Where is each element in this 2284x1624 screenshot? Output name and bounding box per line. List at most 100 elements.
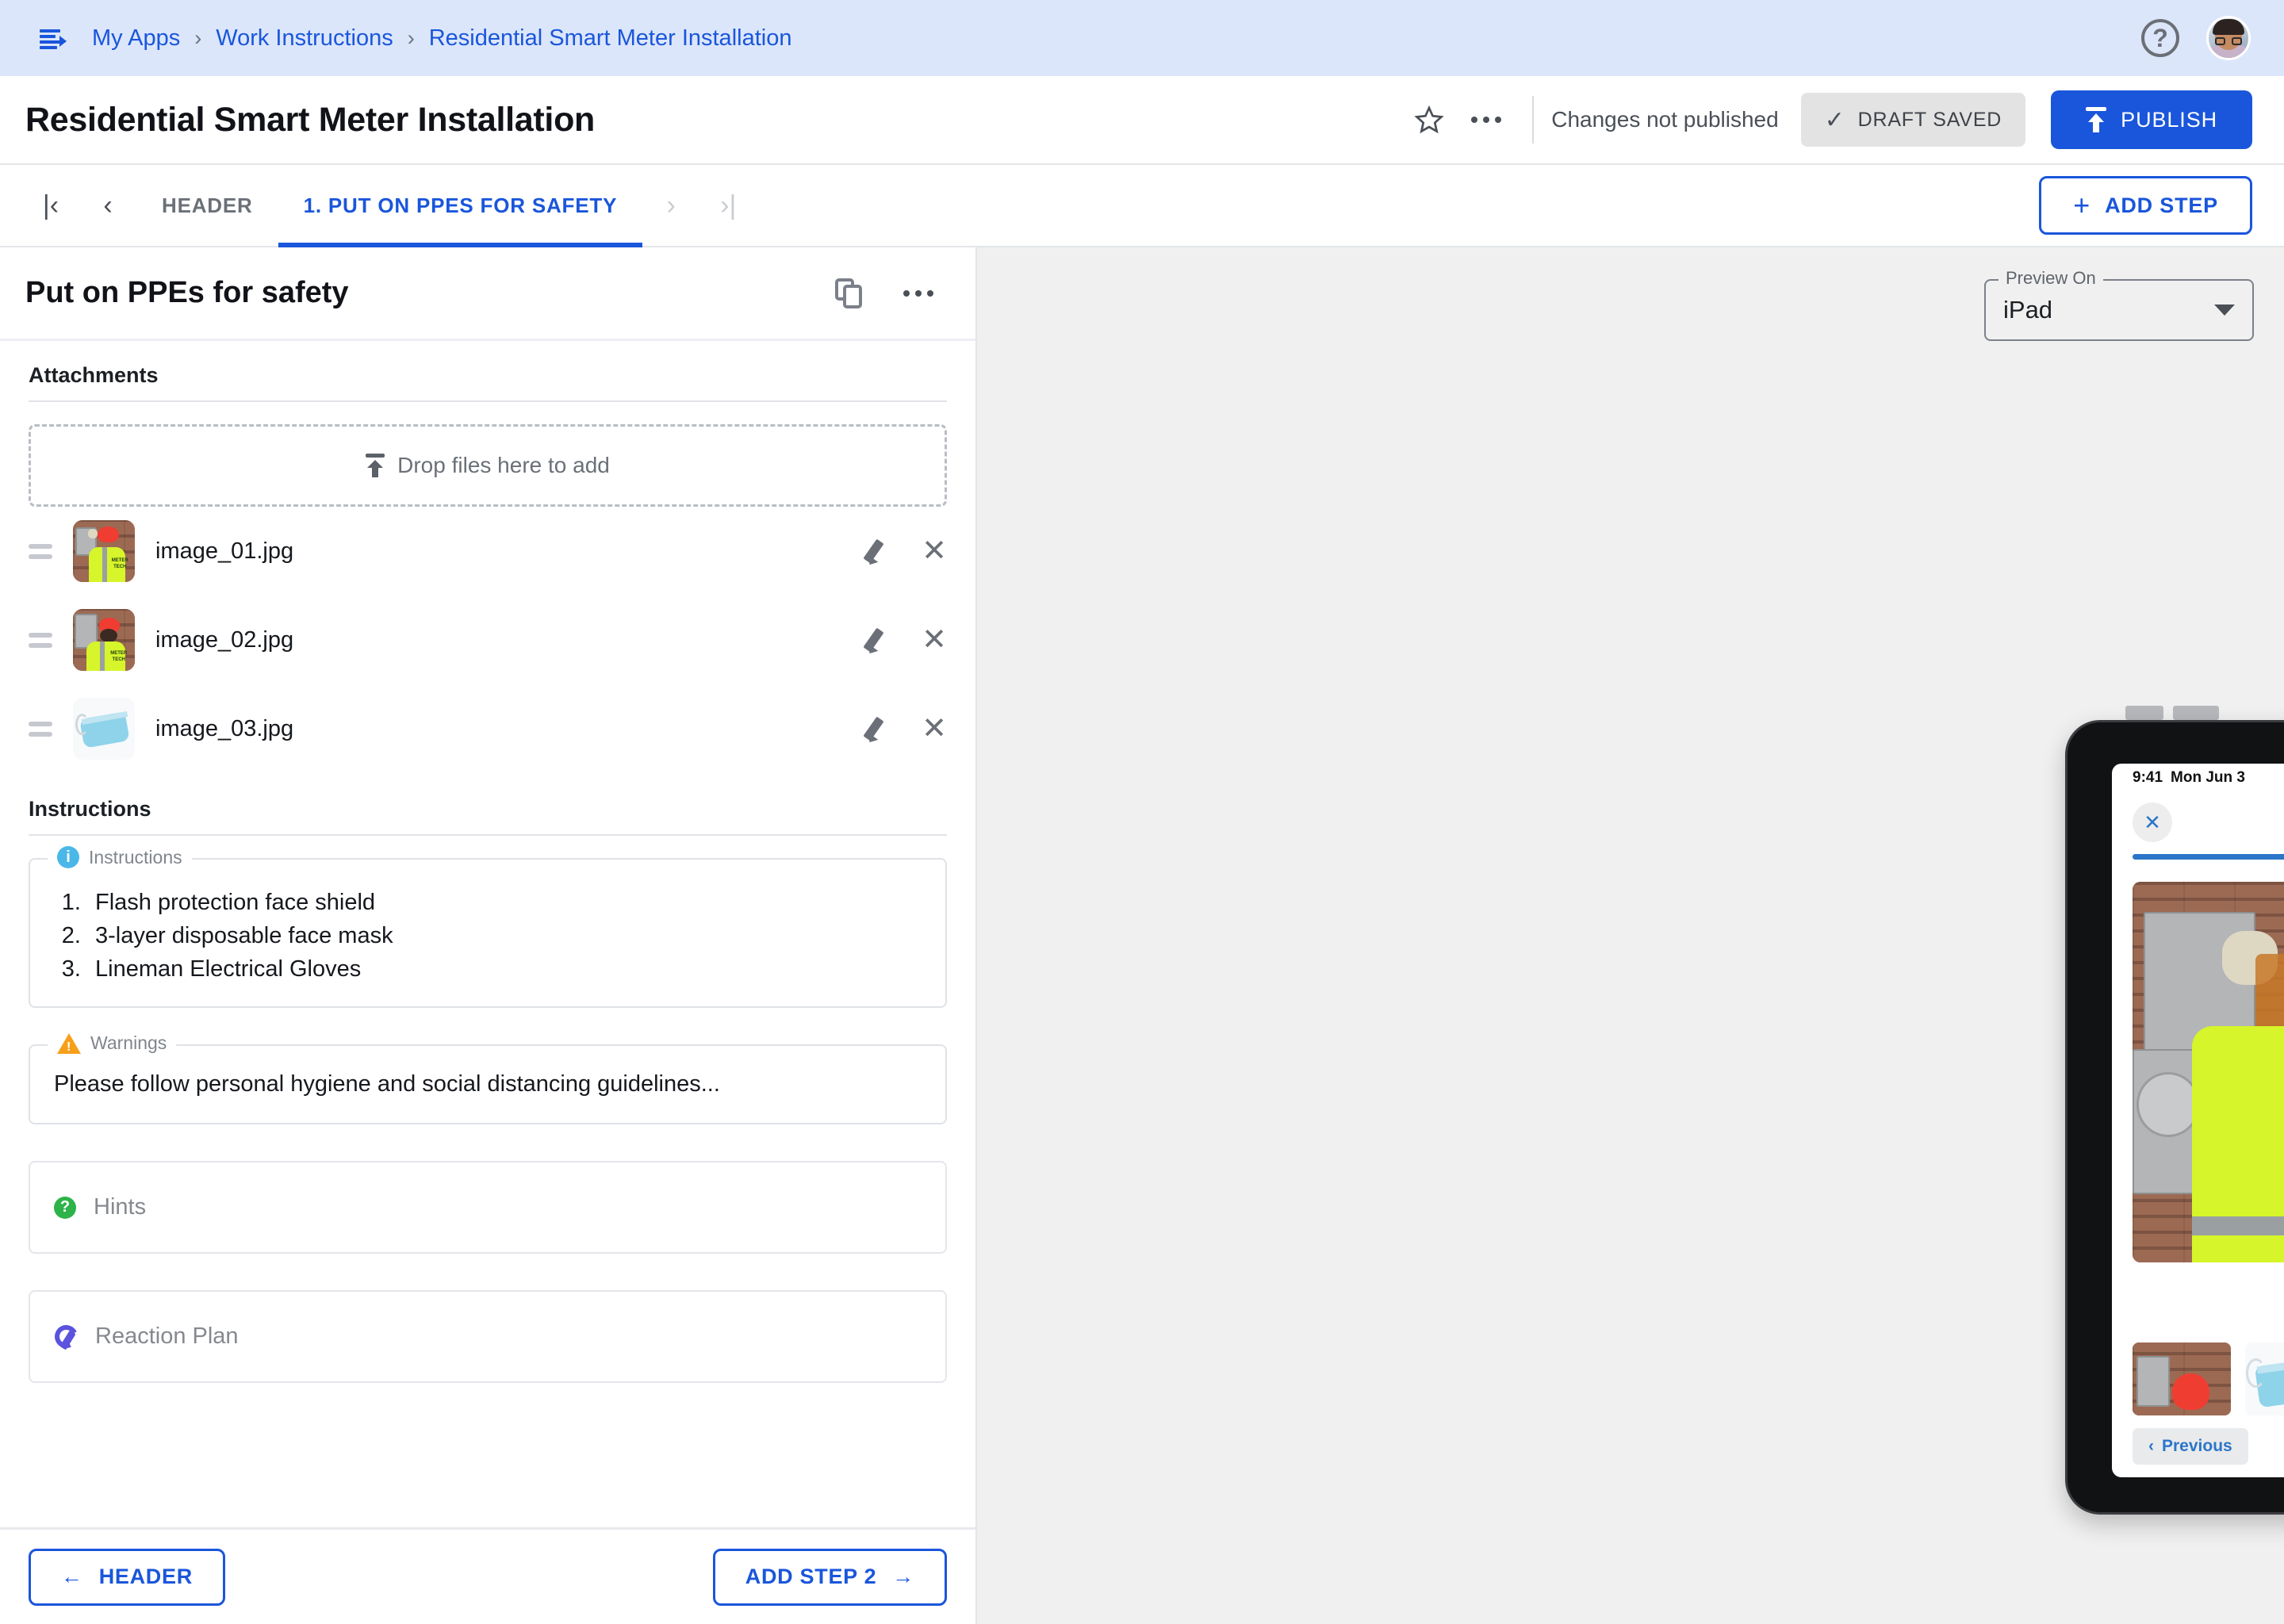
close-icon[interactable]: ✕ bbox=[922, 625, 947, 655]
publish-button[interactable]: PUBLISH bbox=[2051, 90, 2252, 149]
dropzone-label: Drop files here to add bbox=[397, 453, 610, 477]
warning-triangle-icon bbox=[57, 1032, 81, 1055]
help-icon[interactable]: ? bbox=[2141, 19, 2179, 57]
warnings-field[interactable]: Warnings Please follow personal hygiene … bbox=[29, 1032, 947, 1125]
info-icon: i bbox=[57, 846, 79, 868]
hints-placeholder: Hints bbox=[94, 1194, 147, 1220]
previous-button[interactable]: ‹ Previous bbox=[2133, 1428, 2248, 1465]
drag-handle-icon[interactable] bbox=[29, 543, 63, 559]
footer-add-step-label: ADD STEP 2 bbox=[745, 1565, 877, 1588]
next-step-icon[interactable]: › bbox=[642, 165, 699, 246]
draft-saved-label: DRAFT SAVED bbox=[1857, 108, 2002, 131]
progress-fill bbox=[2133, 854, 2284, 860]
preview-pane: Preview On iPad 9:41 Mon Jun 3 ✕ ‹ Previ… bbox=[977, 247, 2284, 1624]
step-thumbnail-strip bbox=[2112, 1335, 2284, 1415]
attachment-name: image_01.jpg bbox=[155, 538, 294, 564]
device-frame: 9:41 Mon Jun 3 100% ✕ bbox=[2065, 720, 2284, 1515]
reaction-plan-placeholder: Reaction Plan bbox=[95, 1323, 239, 1350]
draft-saved-button[interactable]: ✓ DRAFT SAVED bbox=[1800, 93, 2026, 147]
first-step-icon[interactable]: |‹ bbox=[22, 165, 79, 246]
breadcrumb-separator-icon: › bbox=[194, 25, 202, 50]
step-editor-scroll[interactable]: Attachments Drop files here to add METER… bbox=[0, 341, 975, 1624]
instructions-field[interactable]: i Instructions Flash protection face shi… bbox=[29, 846, 947, 1009]
previous-step-icon[interactable]: ‹ bbox=[79, 165, 136, 246]
file-dropzone[interactable]: Drop files here to add bbox=[29, 424, 947, 507]
upload-icon bbox=[2086, 107, 2107, 132]
preview-select-value: iPad bbox=[2003, 296, 2053, 324]
pencil-icon[interactable] bbox=[861, 538, 888, 565]
warnings-legend-label: Warnings bbox=[90, 1032, 167, 1054]
instructions-field-legend: i Instructions bbox=[48, 846, 192, 868]
step-header-actions bbox=[820, 265, 947, 322]
add-step-label: ADD STEP bbox=[2105, 193, 2218, 217]
tab-step-1[interactable]: 1. PUT ON PPES FOR SAFETY bbox=[278, 165, 643, 247]
close-icon[interactable]: ✕ bbox=[922, 714, 947, 744]
status-time: 9:41 bbox=[2133, 769, 2163, 786]
step-navigation-bar: |‹ ‹ HEADER 1. PUT ON PPES FOR SAFETY › … bbox=[0, 165, 2284, 247]
wi-topbar: ✕ Work Instructions 1 of 12 bbox=[2112, 792, 2284, 852]
preview-device-select[interactable]: Preview On iPad bbox=[1984, 268, 2254, 341]
reaction-plan-field[interactable]: Reaction Plan bbox=[29, 1290, 947, 1384]
list-item: Lineman Electrical Gloves bbox=[87, 953, 922, 986]
attachment-actions: ✕ bbox=[861, 536, 947, 566]
attachment-thumbnail: METER TECH bbox=[73, 609, 135, 671]
wi-footer: ‹ Previous All Steps Next bbox=[2112, 1415, 2284, 1477]
ios-status-bar: 9:41 Mon Jun 3 100% bbox=[2112, 764, 2284, 792]
breadcrumb-separator-icon: › bbox=[407, 25, 415, 50]
list-item: Flash protection face shield bbox=[87, 887, 922, 920]
footer-header-button[interactable]: ← HEADER bbox=[29, 1548, 225, 1606]
drag-handle-icon[interactable] bbox=[29, 721, 63, 737]
app-root: My Apps › Work Instructions › Residentia… bbox=[0, 0, 2284, 1624]
pencil-icon[interactable] bbox=[861, 626, 888, 653]
warnings-field-legend: Warnings bbox=[48, 1032, 177, 1055]
attachment-row[interactable]: image_03.jpg ✕ bbox=[29, 684, 947, 773]
avatar[interactable] bbox=[2206, 16, 2251, 60]
instructions-legend-label: Instructions bbox=[89, 846, 182, 868]
reaction-plan-field-body: Reaction Plan bbox=[30, 1292, 945, 1381]
more-horizontal-icon[interactable] bbox=[1458, 91, 1515, 148]
thumbnail-item[interactable] bbox=[2245, 1342, 2284, 1415]
attachment-actions: ✕ bbox=[861, 625, 947, 655]
close-icon[interactable]: ✕ bbox=[2133, 802, 2172, 842]
attachment-thumbnail bbox=[73, 698, 135, 760]
document-title-bar: Residential Smart Meter Installation Cha… bbox=[0, 76, 2284, 165]
step-title: Put on PPEs for safety bbox=[25, 276, 349, 309]
warnings-text: Please follow personal hygiene and socia… bbox=[54, 1071, 720, 1097]
breadcrumb-item-current[interactable]: Residential Smart Meter Installation bbox=[429, 25, 792, 52]
close-icon[interactable]: ✕ bbox=[922, 536, 947, 566]
editor-footer: ← HEADER ADD STEP 2 → bbox=[0, 1527, 975, 1624]
pencil-icon[interactable] bbox=[861, 715, 888, 742]
breadcrumb-bar: My Apps › Work Instructions › Residentia… bbox=[0, 0, 2284, 76]
more-horizontal-icon[interactable] bbox=[890, 265, 947, 322]
attachment-name: image_02.jpg bbox=[155, 626, 294, 653]
status-date: Mon Jun 3 bbox=[2171, 769, 2245, 786]
copy-icon[interactable] bbox=[820, 265, 877, 322]
chevron-down-icon bbox=[2214, 304, 2235, 316]
last-step-icon[interactable]: ›| bbox=[699, 165, 757, 246]
device-button bbox=[2173, 706, 2219, 720]
menu-expand-icon[interactable] bbox=[33, 20, 70, 56]
thumbnail-item[interactable] bbox=[2133, 1342, 2231, 1415]
progress-track bbox=[2133, 854, 2284, 860]
instructions-list: Flash protection face shield 3-layer dis… bbox=[87, 887, 922, 986]
star-outline-icon[interactable] bbox=[1401, 91, 1458, 148]
attachment-thumbnail: METER TECH bbox=[73, 520, 135, 582]
breadcrumb-item-my-apps[interactable]: My Apps bbox=[92, 25, 180, 52]
body: Put on PPEs for safety Attachments Drop … bbox=[0, 247, 2284, 1624]
attachment-row[interactable]: METER TECH image_01.jpg ✕ bbox=[29, 507, 947, 596]
attachment-row[interactable]: METER TECH image_02.jpg ✕ bbox=[29, 596, 947, 684]
breadcrumb-right-actions: ? bbox=[2141, 16, 2251, 60]
device-preview: 9:41 Mon Jun 3 100% ✕ bbox=[2024, 699, 2284, 1532]
arrow-left-icon: ← bbox=[61, 1565, 83, 1588]
attachment-name: image_03.jpg bbox=[155, 715, 294, 741]
instructions-section-label: Instructions bbox=[29, 797, 151, 821]
hints-field[interactable]: ? Hints bbox=[29, 1161, 947, 1254]
publish-label: PUBLISH bbox=[2121, 107, 2217, 132]
publish-status-text: Changes not published bbox=[1551, 107, 1779, 132]
footer-add-step-button[interactable]: ADD STEP 2 → bbox=[712, 1548, 947, 1606]
drag-handle-icon[interactable] bbox=[29, 632, 63, 648]
add-step-button[interactable]: + ADD STEP bbox=[2039, 176, 2252, 235]
plus-icon: + bbox=[2073, 189, 2091, 221]
tab-header[interactable]: HEADER bbox=[136, 165, 278, 246]
breadcrumb-item-work-instructions[interactable]: Work Instructions bbox=[216, 25, 393, 52]
